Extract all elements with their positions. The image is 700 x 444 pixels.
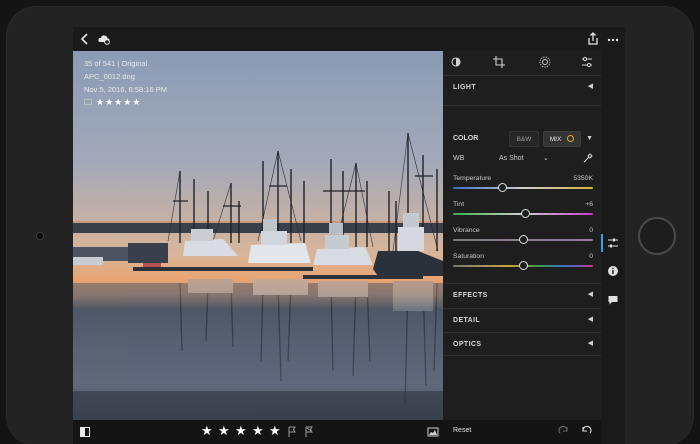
section-detail[interactable]: DETAIL ◀ bbox=[443, 308, 601, 332]
white-balance-row: WB As Shot ⌄ bbox=[443, 152, 601, 168]
saturation-handle[interactable] bbox=[518, 261, 528, 270]
redo-icon[interactable] bbox=[558, 424, 569, 439]
top-bar bbox=[73, 27, 625, 51]
section-optics[interactable]: OPTICS ◀ bbox=[443, 332, 601, 356]
cloud-sync-icon[interactable] bbox=[97, 31, 111, 47]
reset-button[interactable]: Reset bbox=[453, 427, 471, 434]
back-arrow-icon[interactable] bbox=[79, 31, 91, 47]
panel-footer: Reset bbox=[443, 420, 601, 444]
temperature-label: Temperature bbox=[453, 175, 492, 182]
comment-icon[interactable] bbox=[606, 294, 620, 308]
temperature-track[interactable] bbox=[453, 187, 593, 189]
edit-panel: LIGHT ◀ COLOR B&W MIX ▼ WB As Shot ⌄ Tem… bbox=[443, 51, 601, 420]
section-light-label: LIGHT bbox=[453, 84, 476, 91]
color-mix-ring-icon bbox=[567, 135, 575, 142]
section-effects[interactable]: EFFECTS ◀ bbox=[443, 283, 601, 307]
photo-datetime-text: Nov 5, 2016, 6:58:16 PM bbox=[84, 85, 167, 94]
section-light[interactable]: LIGHT ◀ bbox=[443, 75, 601, 99]
tint-handle[interactable] bbox=[521, 209, 531, 218]
section-optics-label: OPTICS bbox=[453, 341, 482, 348]
photo-rating-stars: ★★★★★ bbox=[96, 97, 142, 107]
adjust-sliders-icon[interactable] bbox=[606, 237, 620, 251]
compare-view-icon[interactable] bbox=[79, 424, 91, 444]
section-color-label: COLOR bbox=[453, 135, 479, 142]
wb-chevron-down-icon[interactable]: ⌄ bbox=[543, 154, 549, 162]
section-optics-chevron-icon: ◀ bbox=[587, 340, 593, 347]
rating-star-1[interactable]: ★ bbox=[201, 423, 213, 439]
temperature-value: 5350K bbox=[573, 175, 593, 182]
section-detail-label: DETAIL bbox=[453, 317, 481, 324]
mix-button[interactable]: MIX bbox=[543, 131, 581, 147]
photo-rating-overlay: ★★★★★ bbox=[84, 97, 141, 108]
crop-icon[interactable] bbox=[492, 55, 506, 69]
photo-filename-text: APC_0012.dng bbox=[84, 72, 135, 81]
photo-position-text: 35 of 541 | Original bbox=[84, 59, 148, 68]
mix-label: MIX bbox=[549, 136, 562, 143]
home-button[interactable] bbox=[638, 217, 676, 255]
wb-select[interactable]: As Shot bbox=[499, 155, 524, 162]
flag-badge-icon bbox=[84, 99, 92, 105]
right-rail bbox=[601, 51, 625, 444]
wb-label: WB bbox=[453, 155, 465, 162]
rating-star-4[interactable]: ★ bbox=[252, 423, 264, 439]
histogram-icon[interactable] bbox=[427, 424, 439, 444]
tint-label: Tint bbox=[453, 201, 465, 208]
undo-icon[interactable] bbox=[581, 424, 592, 439]
panel-tabs bbox=[443, 51, 601, 75]
active-tab-indicator bbox=[601, 234, 603, 252]
share-icon[interactable] bbox=[586, 31, 600, 47]
section-effects-chevron-icon: ◀ bbox=[587, 291, 593, 298]
tint-value: +6 bbox=[585, 201, 593, 208]
bw-toggle-button[interactable]: B&W bbox=[509, 131, 539, 147]
reject-flag-icon[interactable] bbox=[304, 424, 314, 444]
section-color-divider bbox=[443, 105, 601, 129]
edit-icon[interactable] bbox=[580, 55, 594, 69]
selective-icon[interactable] bbox=[538, 55, 552, 69]
saturation-value: 0 bbox=[589, 253, 593, 260]
rating-star-3[interactable]: ★ bbox=[235, 423, 247, 439]
eyedropper-icon[interactable] bbox=[583, 153, 593, 165]
pick-flag-icon[interactable] bbox=[287, 424, 297, 444]
saturation-slider[interactable]: Saturation 0 bbox=[443, 253, 601, 279]
presets-icon[interactable] bbox=[450, 55, 464, 69]
vibrance-label: Vibrance bbox=[453, 227, 480, 234]
section-detail-chevron-icon: ◀ bbox=[587, 316, 593, 323]
section-light-chevron-icon: ◀ bbox=[587, 83, 593, 90]
info-icon[interactable] bbox=[606, 265, 620, 279]
section-color-chevron-icon[interactable]: ▼ bbox=[586, 135, 593, 142]
rating-star-5[interactable]: ★ bbox=[269, 423, 281, 439]
temperature-slider[interactable]: Temperature 5350K bbox=[443, 175, 601, 201]
photo-canvas[interactable]: 35 of 541 | Original APC_0012.dng Nov 5,… bbox=[73, 51, 443, 420]
saturation-label: Saturation bbox=[453, 253, 484, 260]
rating-star-2[interactable]: ★ bbox=[218, 423, 230, 439]
vibrance-slider[interactable]: Vibrance 0 bbox=[443, 227, 601, 253]
app-screen: 35 of 541 | Original APC_0012.dng Nov 5,… bbox=[73, 27, 625, 444]
vibrance-value: 0 bbox=[589, 227, 593, 234]
section-color-header[interactable]: COLOR B&W MIX ▼ bbox=[443, 129, 601, 149]
more-icon[interactable] bbox=[606, 31, 620, 47]
temperature-handle[interactable] bbox=[497, 183, 507, 192]
vibrance-handle[interactable] bbox=[518, 235, 528, 244]
tint-slider[interactable]: Tint +6 bbox=[443, 201, 601, 227]
front-camera bbox=[36, 232, 44, 240]
section-effects-label: EFFECTS bbox=[453, 292, 488, 299]
